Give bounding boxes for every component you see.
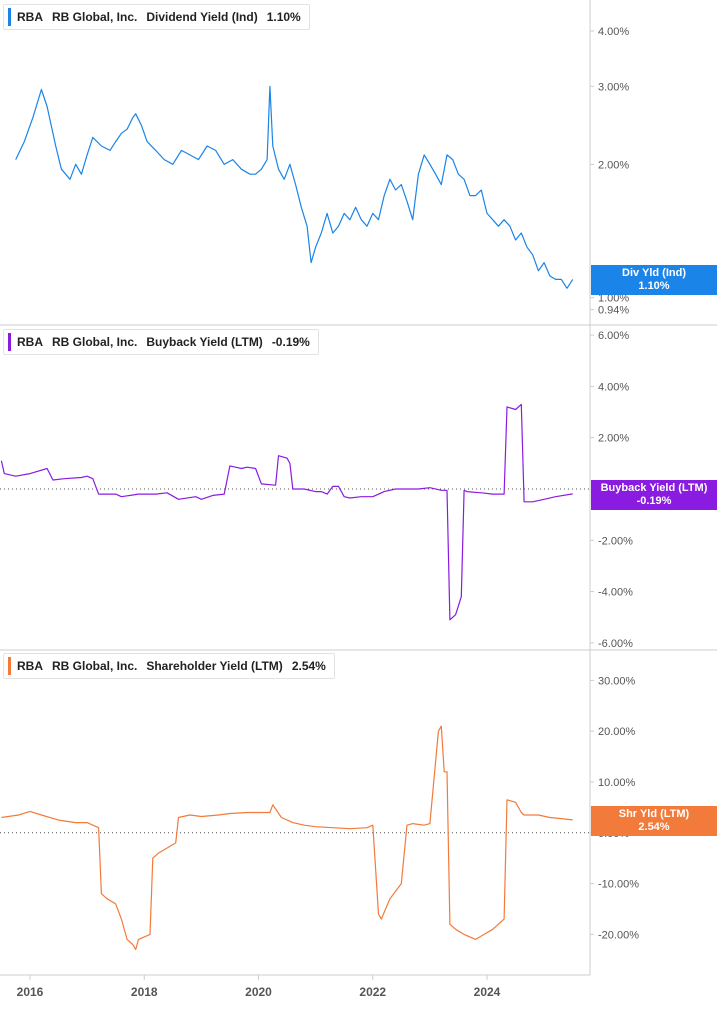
y-tick-label: -4.00%	[598, 587, 633, 599]
y-tick-label: 4.00%	[598, 26, 629, 38]
value-tag-buyback: Buyback Yield (LTM) -0.19%	[591, 479, 717, 510]
legend-shareholder: RBA RB Global, Inc. Shareholder Yield (L…	[3, 653, 335, 679]
y-tick-label: 3.00%	[598, 81, 629, 93]
y-tick-label: -2.00%	[598, 535, 633, 547]
legend-company: RB Global, Inc.	[52, 335, 138, 349]
value-tag-shareholder: Shr Yld (LTM) 2.54%	[591, 805, 717, 836]
x-tick-label: 2016	[17, 985, 44, 999]
series-line-buyback	[0, 403, 573, 621]
y-tick-label: -20.00%	[598, 929, 639, 941]
legend-ticker: RBA	[17, 335, 43, 349]
x-tick-label: 2022	[359, 985, 386, 999]
y-tick-label: 6.00%	[598, 330, 629, 342]
x-tick-label: 2018	[131, 985, 158, 999]
tag-label: Shr Yld (LTM)	[618, 807, 690, 820]
legend-value: 2.54%	[291, 659, 326, 673]
legend-ticker: RBA	[17, 659, 43, 673]
tag-value: -0.19%	[636, 494, 672, 507]
y-tick-label: 2.00%	[598, 433, 629, 445]
legend-metric: Buyback Yield (LTM)	[146, 335, 263, 349]
y-tick-label: 10.00%	[598, 777, 636, 789]
tag-value: 1.10%	[638, 280, 670, 293]
series-line-dividend	[15, 85, 574, 289]
legend-metric: Dividend Yield (Ind)	[146, 10, 258, 24]
legend-company: RB Global, Inc.	[52, 659, 138, 673]
legend-dividend: RBA RB Global, Inc. Dividend Yield (Ind)…	[3, 4, 310, 30]
legend-company: RB Global, Inc.	[52, 10, 138, 24]
value-tag-dividend: Div Yld (Ind) 1.10%	[591, 265, 717, 296]
tag-label: Buyback Yield (LTM)	[600, 481, 708, 494]
legend-swatch-buyback	[8, 333, 11, 351]
y-tick-label: 0.94%	[598, 305, 629, 317]
y-tick-label: 2.00%	[598, 159, 629, 171]
y-tick-label: 20.00%	[598, 726, 636, 738]
legend-value: 1.10%	[266, 10, 301, 24]
legend-metric: Shareholder Yield (LTM)	[146, 659, 283, 673]
legend-ticker: RBA	[17, 10, 43, 24]
legend-swatch-dividend	[8, 8, 11, 26]
legend-swatch-shareholder	[8, 657, 11, 675]
legend-buyback: RBA RB Global, Inc. Buyback Yield (LTM) …	[3, 329, 319, 355]
series-line-shareholder	[1, 725, 573, 951]
y-tick-label: -6.00%	[598, 638, 633, 650]
x-tick-label: 2024	[474, 985, 501, 999]
legend-value: -0.19%	[271, 335, 310, 349]
y-tick-label: -10.00%	[598, 879, 639, 891]
tag-value: 2.54%	[638, 820, 670, 833]
tag-label: Div Yld (Ind)	[622, 267, 686, 280]
x-tick-label: 2020	[245, 985, 272, 999]
y-tick-label: 4.00%	[598, 381, 629, 393]
y-tick-label: 30.00%	[598, 675, 636, 687]
